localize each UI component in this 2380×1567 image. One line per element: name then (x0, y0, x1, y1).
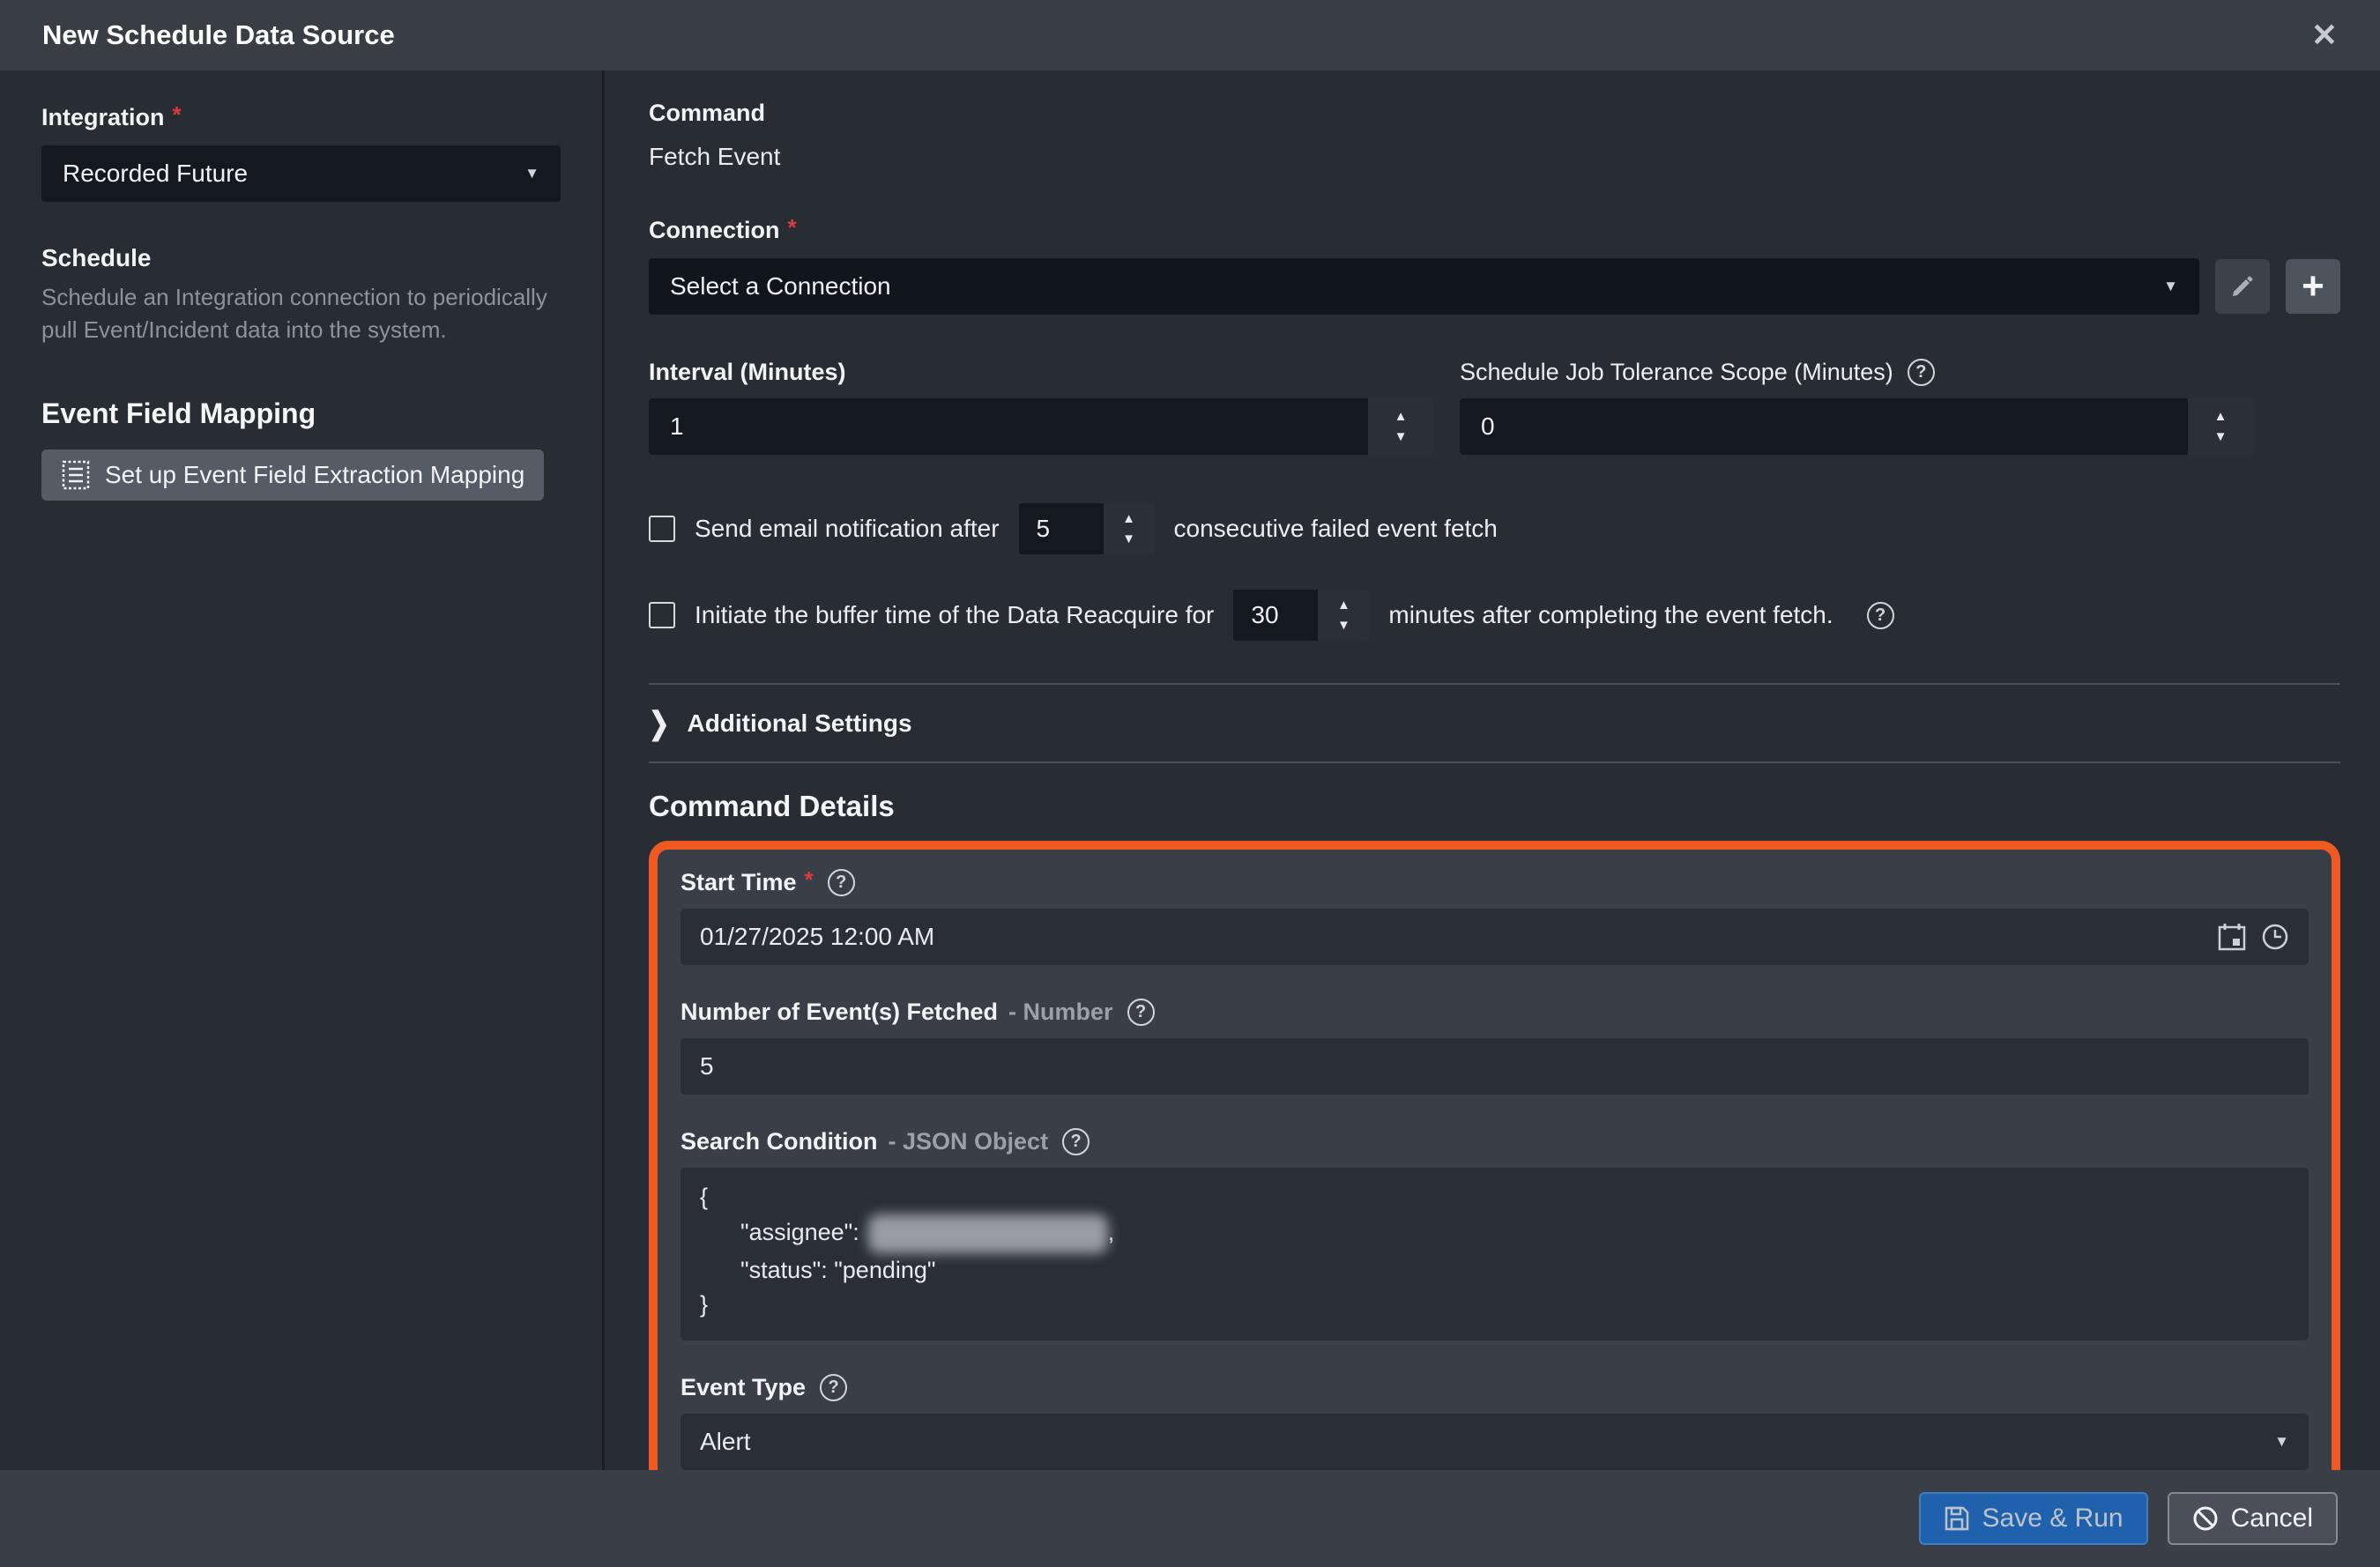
required-asterisk: * (788, 214, 797, 241)
arrow-down-icon: ▼ (2214, 430, 2228, 443)
integration-value: Recorded Future (63, 160, 248, 188)
mapping-button-label: Set up Event Field Extraction Mapping (105, 461, 524, 489)
search-condition-label: Search Condition (681, 1128, 878, 1155)
arrow-up-icon: ▲ (1337, 598, 1350, 612)
redacted-assignee-value (868, 1214, 1108, 1253)
events-fetched-input[interactable]: 5 (681, 1038, 2309, 1095)
buffer-minutes-stepper[interactable]: ▲▼ (1318, 590, 1369, 641)
help-icon[interactable]: ? (1062, 1128, 1090, 1155)
modal-body: Integration * Recorded Future ▼ Schedule… (0, 71, 2380, 1470)
buffer-minutes-input[interactable]: 30 (1233, 590, 1318, 641)
chevron-down-icon: ▼ (2274, 1433, 2289, 1451)
help-icon[interactable]: ? (820, 1374, 847, 1401)
mapping-table-icon (61, 460, 91, 490)
edit-connection-button[interactable] (2215, 259, 2270, 314)
additional-settings-toggle[interactable]: ❯ Additional Settings (649, 683, 2340, 763)
buffer-prefix: Initiate the buffer time of the Data Rea… (695, 601, 1214, 629)
calendar-icon[interactable] (2217, 922, 2247, 952)
command-details-highlight-box: Start Time * ? 01/27/2025 12:00 AM (649, 841, 2340, 1505)
required-asterisk: * (173, 101, 182, 129)
event-type-label: Event Type (681, 1374, 806, 1401)
save-icon (1944, 1505, 1970, 1532)
start-time-input[interactable]: 01/27/2025 12:00 AM (681, 909, 2309, 965)
integration-label: Integration (41, 104, 165, 131)
search-condition-type: - JSON Object (889, 1128, 1049, 1155)
arrow-up-icon: ▲ (1122, 512, 1135, 525)
command-label: Command (649, 100, 2340, 127)
clock-icon[interactable] (2261, 923, 2289, 951)
integration-select[interactable]: Recorded Future ▼ (41, 145, 561, 202)
command-value: Fetch Event (649, 143, 2340, 171)
interval-label: Interval (Minutes) (649, 359, 1433, 386)
arrow-up-icon: ▲ (1395, 410, 1408, 423)
form-panel: Command Fetch Event Connection * Select … (605, 71, 2380, 1470)
add-connection-button[interactable]: + (2286, 259, 2340, 314)
help-icon[interactable]: ? (1127, 999, 1155, 1026)
event-type-select[interactable]: Alert ▼ (681, 1414, 2309, 1470)
start-time-label: Start Time (681, 869, 797, 896)
save-and-run-label: Save & Run (1982, 1504, 2123, 1534)
connection-value: Select a Connection (670, 272, 891, 301)
json-line-status: "status": "pending" (700, 1253, 2289, 1288)
buffer-time-checkbox[interactable] (649, 602, 675, 628)
schedule-description: Schedule an Integration connection to pe… (41, 281, 561, 346)
email-count-stepper[interactable]: ▲▼ (1104, 503, 1155, 554)
save-and-run-button[interactable]: Save & Run (1919, 1492, 2148, 1545)
tolerance-input[interactable]: 0 (1460, 398, 2188, 455)
events-fetched-label: Number of Event(s) Fetched (681, 999, 998, 1026)
cancel-icon (2192, 1505, 2219, 1532)
email-notification-suffix: consecutive failed event fetch (1174, 515, 1498, 543)
connection-label: Connection (649, 217, 780, 244)
setup-field-extraction-mapping-button[interactable]: Set up Event Field Extraction Mapping (41, 449, 544, 501)
arrow-up-icon: ▲ (2214, 410, 2228, 423)
buffer-suffix: minutes after completing the event fetch… (1388, 601, 1833, 629)
json-line-assignee: "assignee":, (700, 1214, 2289, 1253)
chevron-right-icon: ❯ (649, 705, 669, 741)
chevron-down-icon: ▼ (524, 165, 539, 182)
email-notification-prefix: Send email notification after (695, 515, 1000, 543)
schedule-heading: Schedule (41, 244, 561, 272)
event-type-value: Alert (700, 1428, 751, 1456)
search-condition-textarea[interactable]: { "assignee":, "status": "pending" } (681, 1168, 2309, 1340)
close-icon[interactable]: ✕ (2311, 19, 2338, 51)
modal-title: New Schedule Data Source (42, 19, 395, 51)
connection-select[interactable]: Select a Connection ▼ (649, 258, 2199, 315)
email-count-input[interactable]: 5 (1019, 503, 1104, 554)
arrow-down-icon: ▼ (1122, 532, 1135, 546)
new-schedule-data-source-modal: New Schedule Data Source ✕ Integration *… (0, 0, 2380, 1567)
chevron-down-icon: ▼ (2163, 278, 2178, 295)
arrow-down-icon: ▼ (1337, 619, 1350, 632)
pencil-icon (2228, 272, 2257, 301)
interval-stepper[interactable]: ▲▼ (1368, 398, 1433, 455)
email-notification-checkbox[interactable] (649, 516, 675, 542)
json-line-open: { (700, 1180, 2289, 1214)
start-time-value: 01/27/2025 12:00 AM (700, 923, 934, 951)
cancel-button[interactable]: Cancel (2168, 1492, 2338, 1545)
help-icon[interactable]: ? (1867, 602, 1894, 629)
help-icon[interactable]: ? (1908, 359, 1935, 386)
tolerance-stepper[interactable]: ▲▼ (2188, 398, 2253, 455)
interval-input[interactable]: 1 (649, 398, 1368, 455)
help-icon[interactable]: ? (828, 869, 855, 896)
additional-settings-label: Additional Settings (687, 709, 911, 738)
command-details-heading: Command Details (649, 790, 2340, 823)
events-fetched-type: - Number (1008, 999, 1113, 1026)
arrow-down-icon: ▼ (1395, 430, 1408, 443)
json-line-close: } (700, 1288, 2289, 1322)
required-asterisk: * (805, 866, 814, 894)
modal-footer: Save & Run Cancel (0, 1470, 2380, 1567)
modal-header: New Schedule Data Source ✕ (0, 0, 2380, 71)
cancel-label: Cancel (2231, 1504, 2313, 1534)
event-field-mapping-heading: Event Field Mapping (41, 397, 561, 430)
left-panel: Integration * Recorded Future ▼ Schedule… (0, 71, 602, 1470)
tolerance-label: Schedule Job Tolerance Scope (Minutes) (1460, 359, 1893, 386)
